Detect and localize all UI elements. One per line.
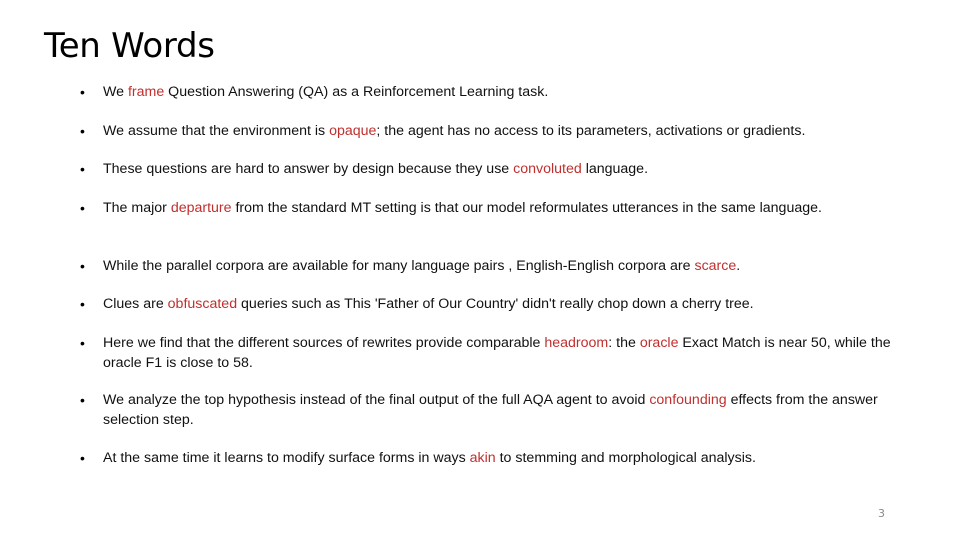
keyword-highlight: opaque bbox=[329, 123, 377, 139]
bullet-text: At the same time it learns to modify sur… bbox=[103, 448, 903, 468]
text-segment: language. bbox=[581, 161, 649, 177]
text-segment: While the parallel corpora are available… bbox=[103, 258, 695, 274]
bullet-dot-icon: • bbox=[80, 450, 85, 466]
bullet-dot-icon: • bbox=[80, 123, 85, 139]
text-segment: . bbox=[736, 258, 741, 274]
bullet-dot-icon: • bbox=[80, 161, 85, 177]
bullet-text: We analyze the top hypothesis instead of… bbox=[103, 390, 903, 430]
bullet-dot-icon: • bbox=[80, 392, 85, 408]
bullet-dot-icon: • bbox=[80, 258, 85, 274]
bullet-text: While the parallel corpora are available… bbox=[103, 256, 903, 276]
keyword-highlight: scarce bbox=[694, 258, 737, 274]
text-segment: from the standard MT setting is that our… bbox=[231, 200, 822, 216]
keyword-highlight: akin bbox=[469, 450, 496, 466]
keyword-highlight: convoluted bbox=[513, 161, 582, 177]
keyword-highlight: oracle bbox=[639, 335, 679, 351]
bullet-text: We frame Question Answering (QA) as a Re… bbox=[103, 82, 903, 102]
text-segment: We analyze the top hypothesis instead of… bbox=[103, 392, 650, 408]
text-segment: ; the agent has no access to its paramet… bbox=[376, 123, 806, 139]
bullet-text: We assume that the environment is opaque… bbox=[103, 121, 943, 141]
text-segment: queries such as This 'Father of Our Coun… bbox=[237, 296, 754, 312]
keyword-highlight: frame bbox=[127, 84, 165, 100]
text-segment: Clues are bbox=[103, 296, 168, 312]
keyword-highlight: headroom bbox=[544, 335, 609, 351]
text-segment: Here we find that the different sources … bbox=[103, 335, 545, 351]
keyword-highlight: obfuscated bbox=[167, 296, 238, 312]
bullet-text: The major departure from the standard MT… bbox=[103, 198, 853, 218]
text-segment: We bbox=[103, 84, 128, 100]
bullet-text: Clues are obfuscated queries such as Thi… bbox=[103, 294, 903, 314]
bullet-text: These questions are hard to answer by de… bbox=[103, 159, 903, 179]
text-segment: to stemming and morphological analysis. bbox=[495, 450, 756, 466]
text-segment: We assume that the environment is bbox=[103, 123, 330, 139]
text-segment: : the bbox=[608, 335, 640, 351]
text-segment: These questions are hard to answer by de… bbox=[103, 161, 514, 177]
text-segment: The major bbox=[103, 200, 171, 216]
page-number: 3 bbox=[878, 507, 885, 520]
bullet-dot-icon: • bbox=[80, 296, 85, 312]
bullet-text: Here we find that the different sources … bbox=[103, 333, 903, 373]
text-segment: Question Answering (QA) as a Reinforceme… bbox=[164, 84, 549, 100]
bullet-dot-icon: • bbox=[80, 84, 85, 100]
keyword-highlight: departure bbox=[170, 200, 232, 216]
bullet-dot-icon: • bbox=[80, 335, 85, 351]
keyword-highlight: confounding bbox=[649, 392, 727, 408]
bullet-dot-icon: • bbox=[80, 200, 85, 216]
slide-title: Ten Words bbox=[44, 26, 215, 66]
text-segment: At the same time it learns to modify sur… bbox=[103, 450, 470, 466]
